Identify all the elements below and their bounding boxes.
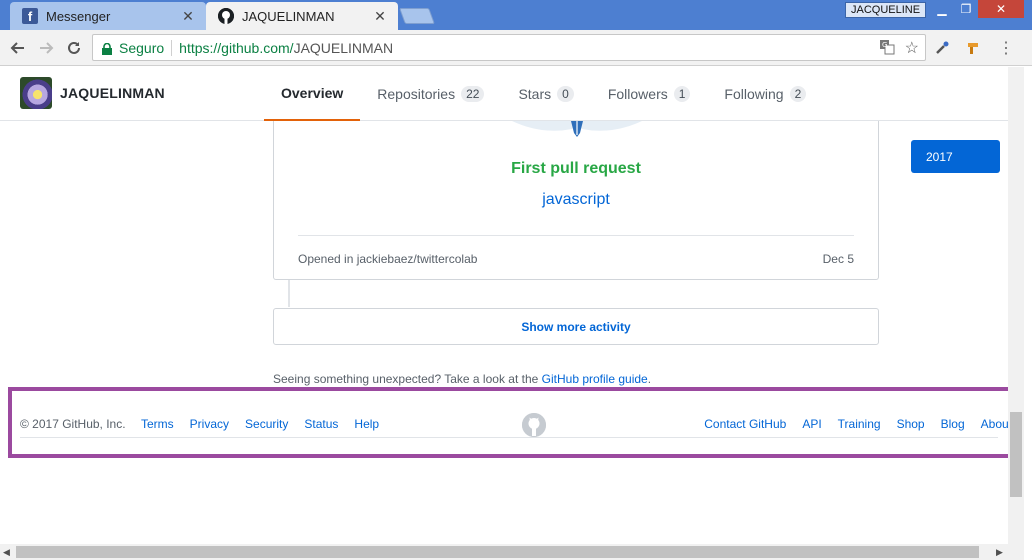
close-icon[interactable]: ✕ bbox=[372, 8, 388, 25]
opened-in-text[interactable]: Opened in jackiebaez/twittercolab bbox=[298, 252, 477, 266]
tab-repositories[interactable]: Repositories 22 bbox=[360, 67, 501, 121]
github-icon bbox=[218, 8, 234, 24]
octocat-illustration bbox=[512, 121, 642, 141]
footer-link-terms[interactable]: Terms bbox=[141, 417, 174, 431]
facebook-icon: f bbox=[22, 8, 38, 24]
timeline-line bbox=[288, 280, 290, 307]
profile-tabs: Overview Repositories 22 Stars 0 Followe… bbox=[264, 67, 823, 121]
tab-label: Repositories bbox=[377, 86, 456, 102]
eyedropper-icon[interactable] bbox=[932, 38, 952, 58]
github-logo-icon[interactable] bbox=[522, 413, 546, 437]
footer-link-blog[interactable]: Blog bbox=[941, 417, 965, 431]
footer-link-status[interactable]: Status bbox=[304, 417, 338, 431]
tab-messenger[interactable]: f Messenger ✕ bbox=[10, 2, 206, 30]
card-divider bbox=[298, 235, 854, 236]
card-title: First pull request bbox=[511, 160, 641, 177]
scroll-left-arrow-icon[interactable]: ◀ bbox=[3, 547, 10, 558]
year-filter-button[interactable]: 2017 bbox=[911, 140, 1000, 173]
forward-arrow-icon[interactable] bbox=[34, 36, 58, 60]
url-path: JAQUELINMAN bbox=[293, 39, 394, 56]
vertical-scroll-thumb[interactable] bbox=[1010, 412, 1022, 497]
profile-guide-link[interactable]: GitHub profile guide bbox=[542, 372, 648, 386]
close-icon[interactable]: ✕ bbox=[180, 8, 196, 25]
profile-header: JAQUELINMAN Overview Repositories 22 Sta… bbox=[0, 67, 1008, 121]
tab-following[interactable]: Following 2 bbox=[707, 67, 823, 121]
footer-link-privacy[interactable]: Privacy bbox=[190, 417, 229, 431]
lock-icon bbox=[101, 41, 113, 55]
page-viewport: JAQUELINMAN Overview Repositories 22 Sta… bbox=[0, 67, 1008, 544]
tab-github-profile[interactable]: JAQUELINMAN ✕ bbox=[206, 2, 398, 30]
footer-left-links: Terms Privacy Security Status Help bbox=[141, 417, 379, 431]
tab-label: Stars bbox=[518, 86, 552, 102]
profile-username[interactable]: JAQUELINMAN bbox=[60, 85, 165, 101]
kebab-menu-icon[interactable]: ⋮ bbox=[996, 38, 1016, 58]
first-pull-request-card: First pull request javascript Opened in … bbox=[273, 121, 879, 280]
browser-titlebar: f Messenger ✕ JAQUELINMAN ✕ JACQUELINE ▁… bbox=[0, 0, 1032, 30]
new-tab-button[interactable] bbox=[399, 8, 435, 24]
profile-guide-notice: Seeing something unexpected? Take a look… bbox=[273, 372, 651, 386]
tab-title: JAQUELINMAN bbox=[242, 8, 335, 24]
omnibox-divider bbox=[171, 39, 173, 56]
tab-followers[interactable]: Followers 1 bbox=[591, 67, 708, 121]
tab-counter: 1 bbox=[673, 86, 691, 102]
horizontal-scroll-thumb[interactable] bbox=[16, 546, 979, 558]
tab-overview[interactable]: Overview bbox=[264, 67, 361, 121]
tab-counter: 0 bbox=[557, 86, 574, 102]
tab-title: Messenger bbox=[46, 8, 111, 24]
footer-link-shop[interactable]: Shop bbox=[897, 417, 925, 431]
tab-stars[interactable]: Stars 0 bbox=[501, 67, 590, 121]
footer-copyright: © 2017 GitHub, Inc. bbox=[20, 417, 126, 431]
translate-icon[interactable]: G bbox=[879, 39, 895, 58]
vertical-scrollbar[interactable] bbox=[1008, 67, 1024, 544]
language-link[interactable]: javascript bbox=[274, 191, 878, 209]
tab-counter: 22 bbox=[461, 86, 485, 102]
guide-prefix: Seeing something unexpected? Take a look… bbox=[273, 372, 542, 386]
show-more-activity-button[interactable]: Show more activity bbox=[273, 308, 879, 345]
secure-label: Seguro bbox=[119, 39, 165, 56]
bookmark-star-icon[interactable]: ☆ bbox=[905, 38, 919, 58]
svg-text:G: G bbox=[882, 41, 887, 49]
reload-icon[interactable] bbox=[62, 36, 86, 60]
url-host: https://github.com/ bbox=[179, 39, 294, 56]
footer-link-security[interactable]: Security bbox=[245, 417, 288, 431]
window-close-icon[interactable]: ✕ bbox=[978, 0, 1024, 18]
footer-link-api[interactable]: API bbox=[802, 417, 821, 431]
browser-profile-button[interactable]: JACQUELINE bbox=[845, 2, 927, 18]
footer-link-help[interactable]: Help bbox=[354, 417, 379, 431]
maximize-icon[interactable]: ❐ bbox=[952, 0, 980, 18]
tab-label: Followers bbox=[607, 86, 668, 102]
avatar[interactable] bbox=[20, 77, 52, 109]
horizontal-scrollbar[interactable]: ◀ ▶ bbox=[0, 544, 1024, 560]
scroll-right-arrow-icon[interactable]: ▶ bbox=[996, 547, 1003, 558]
footer-link-contact[interactable]: Contact GitHub bbox=[704, 417, 786, 431]
guide-suffix: . bbox=[647, 372, 652, 386]
footer-right-links: Contact GitHub API Training Shop Blog Ab… bbox=[704, 417, 1012, 431]
footer-link-training[interactable]: Training bbox=[838, 417, 881, 431]
tab-label: Overview bbox=[281, 85, 344, 101]
back-arrow-icon[interactable] bbox=[6, 36, 30, 60]
tab-label: Following bbox=[724, 86, 784, 102]
tab-counter: 2 bbox=[789, 86, 807, 102]
pr-date: Dec 5 bbox=[822, 252, 854, 266]
address-bar[interactable]: Seguro https://github.com/ JAQUELINMAN G… bbox=[92, 34, 926, 61]
browser-toolbar: Seguro https://github.com/ JAQUELINMAN G… bbox=[0, 30, 1032, 66]
extension-icon[interactable] bbox=[963, 38, 983, 58]
site-footer: © 2017 GitHub, Inc. Terms Privacy Securi… bbox=[8, 387, 1018, 458]
